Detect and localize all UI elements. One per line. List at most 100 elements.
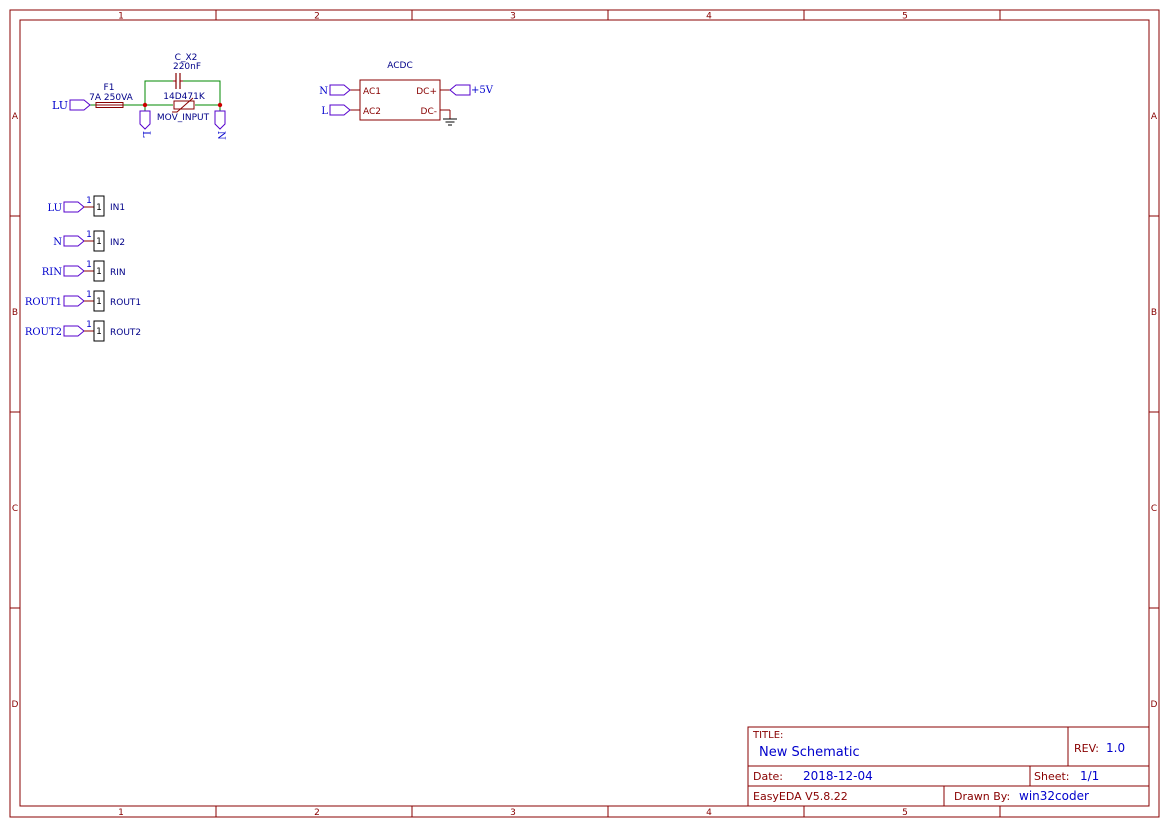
sheet-label: Sheet: [1034,770,1070,783]
column-label: 3 [510,808,516,818]
acdc-pin-ac1: AC1 [363,87,381,97]
net-label: LU [47,203,62,214]
header-connectors: LU 1 1 IN1 N 1 1 IN2 RIN 1 1 RIN ROUT1 1… [25,195,141,342]
header-in2[interactable]: N 1 1 IN2 [53,230,125,252]
header-designator: IN1 [110,203,125,213]
column-label: 5 [902,808,908,818]
date-value: 2018-12-04 [803,769,873,783]
header-rin[interactable]: RIN 1 1 RIN [42,260,126,282]
column-label: 4 [706,12,712,22]
junction-dot [142,102,148,108]
column-label: 4 [706,808,712,818]
acdc-pin-dcp: DC+ [416,87,437,97]
sheet-frame [9,9,1160,818]
fuse-designator: F1 [104,83,115,93]
port-arrow [214,110,226,130]
header-rout2[interactable]: ROUT2 1 1 ROUT2 [25,320,141,342]
drawn-by-value: win32coder [1019,789,1089,803]
title-block: TITLE: New Schematic REV: 1.0 Date: 2018… [747,726,1150,807]
column-label: 5 [902,12,908,22]
row-label: B [1151,308,1157,318]
header-rout1[interactable]: ROUT1 1 1 ROUT1 [25,290,141,312]
row-label: D [12,700,19,710]
header-designator: ROUT2 [110,328,141,338]
net-label: ROUT1 [25,297,62,308]
acdc-title: ACDC [387,61,413,71]
net-label: N [319,86,328,97]
net-port-acdc-n[interactable]: N [319,84,351,97]
port-arrow [449,84,471,96]
drawn-by-label: Drawn By: [954,790,1010,803]
column-label: 1 [118,808,124,818]
row-label: B [12,308,18,318]
port-arrow [69,99,91,111]
row-label: C [1151,504,1157,514]
header-pin-label: 1 [96,237,102,247]
net-port-l-down[interactable]: L [139,110,151,138]
schematic-title: New Schematic [759,745,860,760]
inner-border [19,19,1150,807]
varistor-mov-input[interactable]: 14D471K MOV_INPUT [157,92,210,123]
net-port-n-down[interactable]: N [214,110,226,140]
row-label: D [1151,700,1158,710]
header-pin-label: 1 [96,327,102,337]
header-pin-label: 1 [96,267,102,277]
schematic-sheet: 1 2 3 4 5 1 2 3 4 5 A B C D A B C D LU F… [9,9,1160,819]
port-arrow [63,201,85,213]
net-label: L [140,131,151,138]
header-designator: IN2 [110,238,125,248]
net-label: N [53,237,62,248]
port-arrow [63,295,85,307]
header-designator: ROUT1 [110,298,141,308]
column-label: 2 [314,12,320,22]
capacitor-c-x2[interactable]: C_X2 220nF [173,53,201,89]
port-arrow [329,104,351,116]
frame-labels: 1 2 3 4 5 1 2 3 4 5 A B C D A B C D [12,12,1158,819]
pin-number: 1 [86,260,92,270]
net-label: N [215,131,226,140]
date-label: Date: [753,770,783,783]
capacitor-value: 220nF [173,62,201,72]
row-label: A [1151,112,1158,122]
net-label: LU [52,99,68,112]
port-arrow [139,110,151,130]
header-pin-label: 1 [96,203,102,213]
varistor-body [173,100,195,110]
pin-number: 1 [86,230,92,240]
fuse-f1[interactable]: F1 7A 250VA [89,83,134,108]
net-label: L [321,106,328,117]
port-arrow [63,265,85,277]
net-label: +5V [471,85,494,96]
net-label: RIN [42,267,62,278]
ground-icon [443,110,457,126]
net-port-plus5v[interactable]: +5V [449,84,494,96]
tool-version: EasyEDA V5.8.22 [753,790,848,803]
pin-number: 1 [86,290,92,300]
pin-number: 1 [86,196,92,206]
header-in1[interactable]: LU 1 1 IN1 [47,195,125,217]
acdc-pin-dcm: DC- [421,107,437,117]
net-label: ROUT2 [25,327,62,338]
rev-value: 1.0 [1106,741,1125,755]
port-arrow [63,235,85,247]
acdc-module: ACDC AC1 AC2 DC+ DC- N L +5V [319,61,494,126]
acdc-pin-ac2: AC2 [363,107,381,117]
column-label: 2 [314,808,320,818]
net-port-lu[interactable]: LU [52,99,91,112]
header-designator: RIN [110,268,126,278]
row-label: C [12,504,18,514]
varistor-designator: MOV_INPUT [157,113,210,123]
outer-border [9,9,1160,818]
net-port-acdc-l[interactable]: L [321,104,351,117]
sheet-value: 1/1 [1080,769,1099,783]
pin-number: 1 [86,320,92,330]
column-label: 1 [118,12,124,22]
rev-label: REV: [1074,742,1099,755]
junction-dot [217,102,223,108]
port-arrow [329,84,351,96]
varistor-value: 14D471K [163,92,206,102]
column-label: 3 [510,12,516,22]
port-arrow [63,325,85,337]
fuse-value: 7A 250VA [89,93,134,103]
title-label: TITLE: [752,730,783,741]
